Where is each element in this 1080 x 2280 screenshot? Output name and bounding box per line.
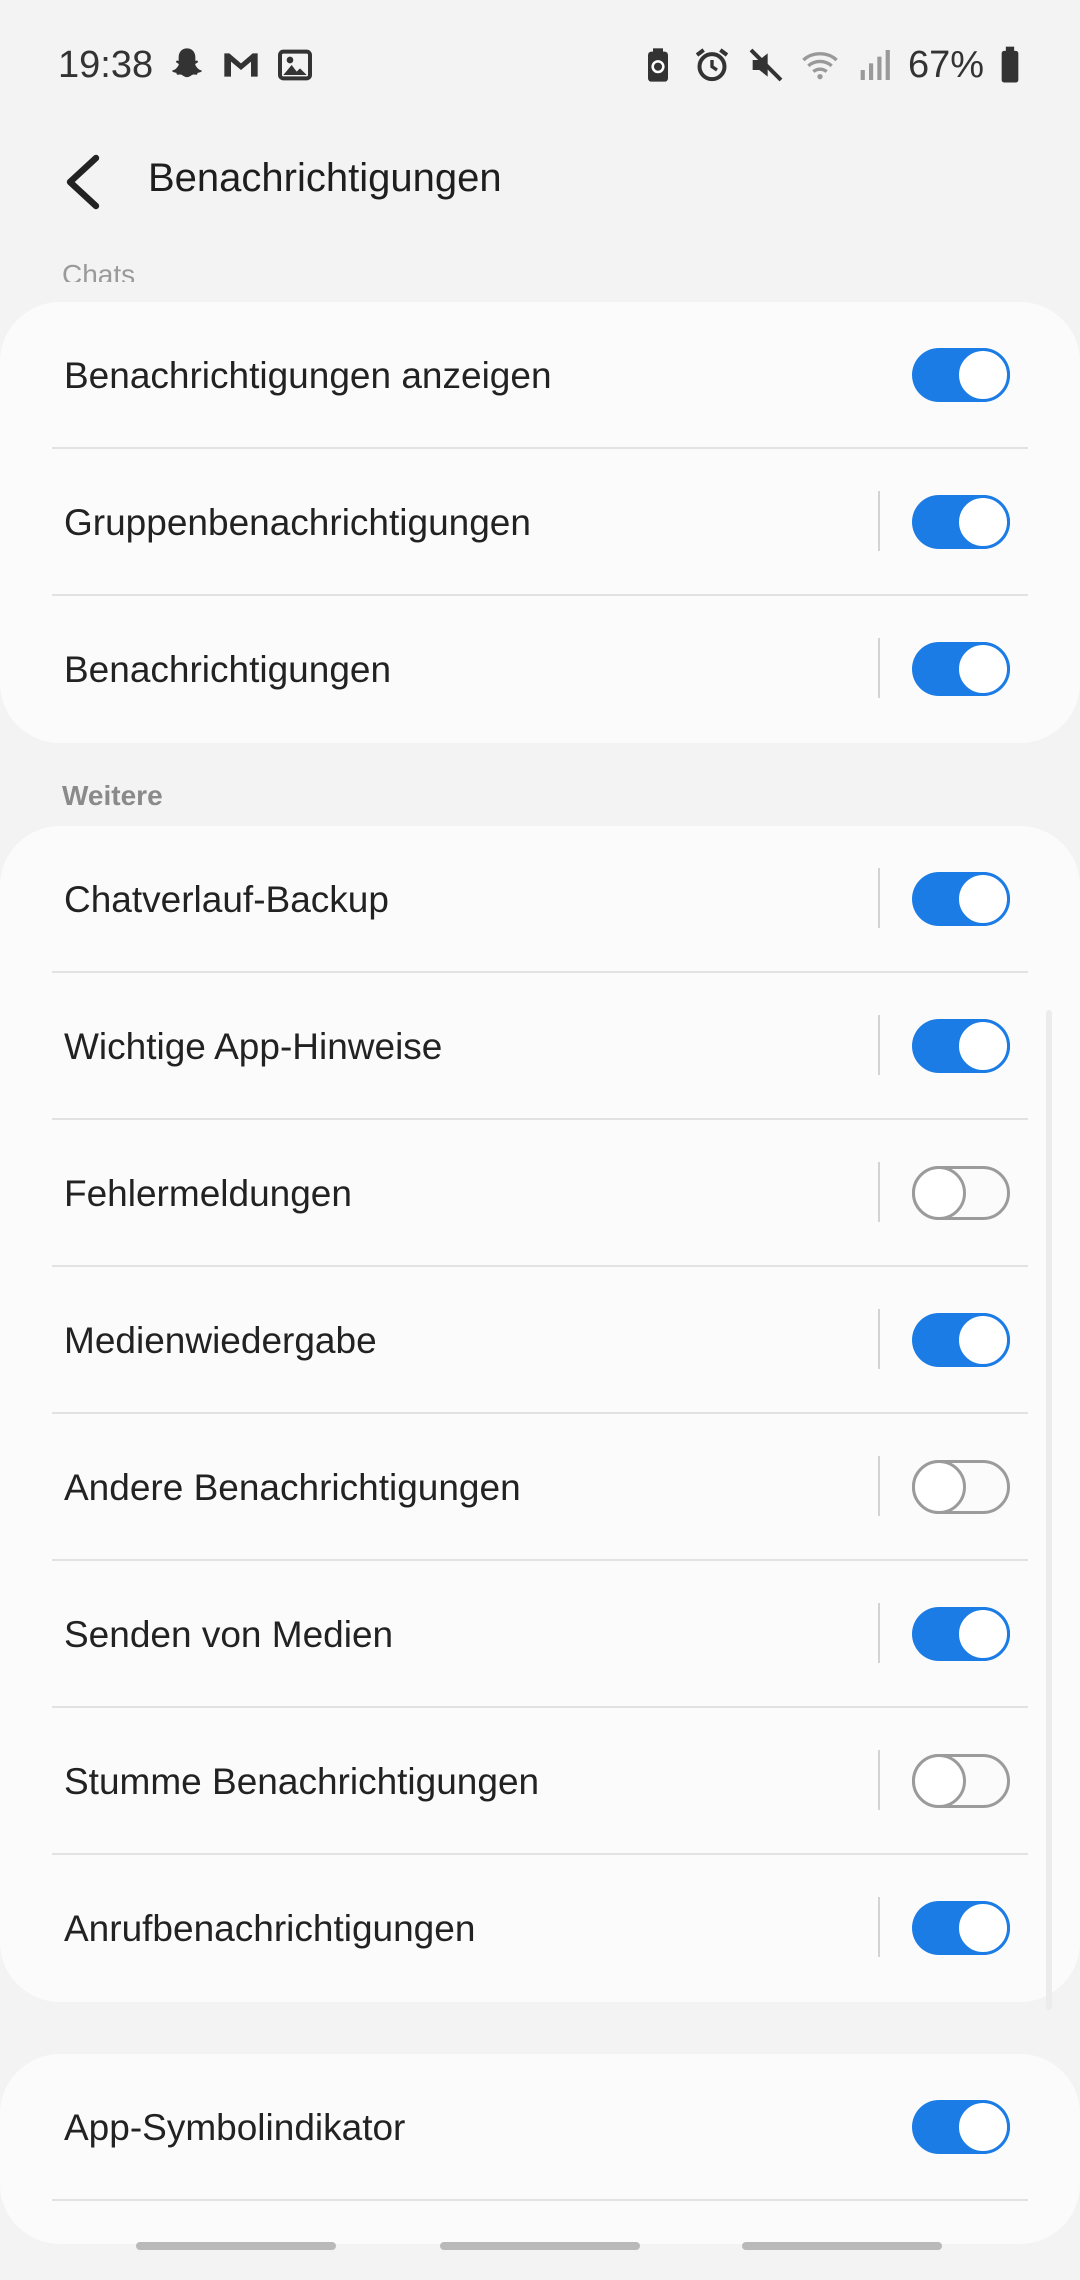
row-label: Benachrichtigungen anzeigen	[64, 354, 552, 396]
row-label: Fehlermeldungen	[64, 1172, 352, 1214]
row-label: Anrufbenachrichtigungen	[64, 1907, 476, 1949]
row-label: Wichtige App-Hinweise	[64, 1025, 443, 1067]
vertical-divider	[878, 491, 880, 551]
page-title: Benachrichtigungen	[148, 156, 502, 200]
status-bar-left: 19:38	[58, 44, 315, 87]
back-button[interactable]	[40, 140, 124, 224]
battery-percent: 67%	[907, 43, 984, 86]
settings-row[interactable]: App-Symbolindikator	[0, 2054, 1080, 2201]
vertical-divider	[878, 1162, 880, 1222]
status-bar-right: 67%	[638, 44, 1022, 87]
battery-saver-icon	[638, 45, 678, 85]
toggle-switch[interactable]	[912, 872, 1010, 926]
wifi-icon	[800, 45, 840, 85]
status-time: 19:38	[58, 43, 154, 86]
vertical-divider	[878, 1750, 880, 1810]
row-label: App-Symbolindikator	[64, 2106, 406, 2148]
screen: 19:38 67% Benachrichtigungen Chats Benac…	[0, 0, 1080, 2280]
row-label: Medienwiedergabe	[64, 1319, 377, 1361]
row-label: Senden von Medien	[64, 1613, 394, 1655]
settings-row[interactable]: Gruppenbenachrichtigungen	[0, 449, 1080, 596]
alarm-icon	[692, 45, 732, 85]
section-label-chats: Chats	[62, 259, 136, 282]
settings-row[interactable]: Anrufbenachrichtigungen	[0, 1855, 1080, 2002]
vertical-divider	[878, 638, 880, 698]
toggle-switch[interactable]	[912, 1166, 1010, 1220]
section-label-weitere: Weitere	[62, 780, 163, 811]
settings-card-chats: Benachrichtigungen anzeigen Gruppenbenac…	[0, 302, 1080, 743]
toggle-switch[interactable]	[912, 495, 1010, 549]
nav-back-button[interactable]	[742, 2242, 942, 2250]
scrollbar[interactable]	[1046, 1010, 1052, 2010]
nav-recent-button[interactable]	[136, 2242, 336, 2250]
vertical-divider	[878, 868, 880, 928]
settings-card-weitere: Chatverlauf-Backup Wichtige App-Hinweise…	[0, 826, 1080, 2002]
toggle-switch[interactable]	[912, 2100, 1010, 2154]
chevron-left-icon	[66, 154, 100, 210]
mute-icon	[746, 45, 786, 85]
row-label: Gruppenbenachrichtigungen	[64, 501, 531, 543]
toggle-switch[interactable]	[912, 1754, 1010, 1808]
gmail-icon	[221, 45, 261, 85]
toggle-switch[interactable]	[912, 1901, 1010, 1955]
nav-home-button[interactable]	[440, 2242, 640, 2250]
app-bar: Benachrichtigungen	[0, 130, 1080, 234]
navigation-bar	[0, 2220, 1080, 2280]
settings-row[interactable]: Wichtige App-Hinweise	[0, 973, 1080, 1120]
vertical-divider	[878, 1015, 880, 1075]
gallery-icon	[275, 45, 315, 85]
row-label: Andere Benachrichtigungen	[64, 1466, 521, 1508]
settings-row[interactable]: Fehlermeldungen	[0, 1120, 1080, 1267]
signal-icon	[854, 45, 894, 85]
settings-row[interactable]: Chatverlauf-Backup	[0, 826, 1080, 973]
toggle-switch[interactable]	[912, 1460, 1010, 1514]
settings-row[interactable]: Senden von Medien	[0, 1561, 1080, 1708]
row-label: Stumme Benachrichtigungen	[64, 1760, 540, 1802]
row-label: Benachrichtigungen	[64, 648, 392, 690]
toggle-switch[interactable]	[912, 1607, 1010, 1661]
vertical-divider	[878, 1603, 880, 1663]
vertical-divider	[878, 1456, 880, 1516]
toggle-switch[interactable]	[912, 348, 1010, 402]
battery-icon	[998, 45, 1022, 85]
settings-card-app-icon: App-Symbolindikator	[0, 2054, 1080, 2244]
settings-row[interactable]: Medienwiedergabe	[0, 1267, 1080, 1414]
status-bar: 19:38 67%	[0, 0, 1080, 130]
vertical-divider	[878, 1897, 880, 1957]
toggle-switch[interactable]	[912, 1313, 1010, 1367]
toggle-switch[interactable]	[912, 642, 1010, 696]
settings-row[interactable]: Stumme Benachrichtigungen	[0, 1708, 1080, 1855]
snapchat-icon	[167, 45, 207, 85]
settings-row[interactable]: Benachrichtigungen anzeigen	[0, 302, 1080, 449]
settings-row[interactable]: Benachrichtigungen	[0, 596, 1080, 743]
toggle-switch[interactable]	[912, 1019, 1010, 1073]
row-separator	[52, 2199, 1028, 2201]
settings-row[interactable]: Andere Benachrichtigungen	[0, 1414, 1080, 1561]
row-label: Chatverlauf-Backup	[64, 878, 389, 920]
vertical-divider	[878, 1309, 880, 1369]
